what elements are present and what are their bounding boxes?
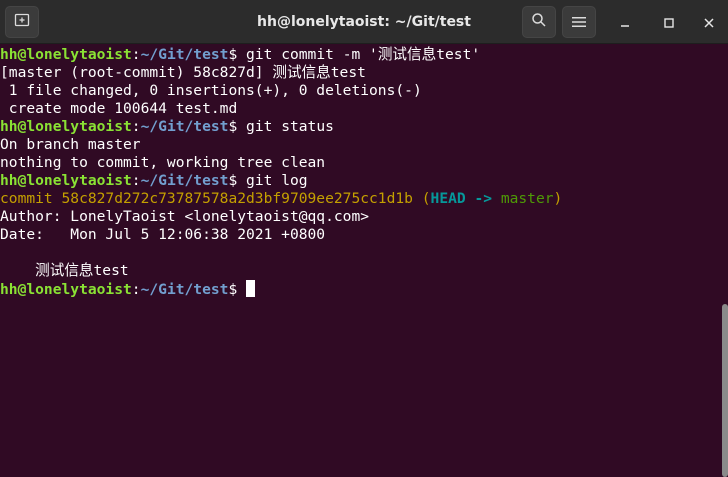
search-icon <box>531 12 547 32</box>
command-text: git log <box>246 172 308 189</box>
output-line: nothing to commit, working tree clean <box>0 154 326 171</box>
commit-message-line: 测试信息test <box>0 262 129 279</box>
terminal-output[interactable]: hh@lonelytaoist:~/Git/test$ git commit -… <box>0 46 722 477</box>
branch-ref: master <box>500 190 554 207</box>
prompt-separator: : <box>131 118 141 135</box>
close-button[interactable] <box>699 12 719 32</box>
prompt-dollar: $ <box>228 118 247 135</box>
commit-hash-line: commit 58c827d272c73787578a2d3bf9709ee27… <box>0 190 722 208</box>
prompt-separator: : <box>131 281 141 298</box>
new-tab-button[interactable] <box>5 6 39 38</box>
ref-close-paren: ) <box>553 190 563 207</box>
prompt-path: ~/Git/test <box>140 172 229 189</box>
prompt-separator: : <box>131 46 141 63</box>
command-text: git commit -m '测试信息test' <box>246 46 481 63</box>
prompt-path: ~/Git/test <box>140 118 229 135</box>
prompt-dollar: $ <box>228 172 247 189</box>
window-title: hh@lonelytaoist: ~/Git/test <box>257 14 471 30</box>
output-line: On branch master <box>0 136 141 153</box>
prompt-userhost: hh@lonelytaoist <box>0 46 132 63</box>
prompt-userhost: hh@lonelytaoist <box>0 172 132 189</box>
output-line: create mode 100644 test.md <box>0 100 238 117</box>
output-line: 1 file changed, 0 insertions(+), 0 delet… <box>0 82 422 99</box>
author-line: Author: LonelyTaoist <lonelytaoist@qq.co… <box>0 208 370 225</box>
terminal-cursor <box>246 280 256 297</box>
scrollbar[interactable] <box>722 304 728 477</box>
prompt-userhost: hh@lonelytaoist <box>0 281 132 298</box>
minimize-icon <box>620 13 630 32</box>
head-ref: HEAD -> <box>430 190 501 207</box>
terminal-window: hh@lonelytaoist: ~/Git/test hh@lonelytao… <box>0 0 728 477</box>
prompt-separator: : <box>131 172 141 189</box>
prompt-dollar: $ <box>228 46 247 63</box>
prompt-line: hh@lonelytaoist:~/Git/test$ git log <box>0 172 722 190</box>
date-line: Date: Mon Jul 5 12:06:38 2021 +0800 <box>0 226 326 243</box>
search-button[interactable] <box>522 6 556 38</box>
prompt-userhost: hh@lonelytaoist <box>0 118 132 135</box>
hamburger-menu-icon <box>572 13 586 32</box>
prompt-line: hh@lonelytaoist:~/Git/test$ git commit -… <box>0 46 722 64</box>
close-icon <box>704 13 714 32</box>
prompt-line: hh@lonelytaoist:~/Git/test$ <box>0 280 722 298</box>
prompt-dollar: $ <box>228 281 247 298</box>
commit-hash: commit 58c827d272c73787578a2d3bf9709ee27… <box>0 190 413 207</box>
command-text: git status <box>246 118 334 135</box>
maximize-icon <box>664 13 674 32</box>
menu-button[interactable] <box>562 6 596 38</box>
new-tab-icon <box>14 12 30 32</box>
ref-open-paren: ( <box>412 190 431 207</box>
minimize-button[interactable] <box>615 12 635 32</box>
output-line: [master (root-commit) 58c827d] 测试信息test <box>0 64 366 81</box>
prompt-path: ~/Git/test <box>140 281 229 298</box>
title-bar: hh@lonelytaoist: ~/Git/test <box>0 0 728 44</box>
prompt-path: ~/Git/test <box>140 46 229 63</box>
maximize-button[interactable] <box>659 12 679 32</box>
prompt-line: hh@lonelytaoist:~/Git/test$ git status <box>0 118 722 136</box>
